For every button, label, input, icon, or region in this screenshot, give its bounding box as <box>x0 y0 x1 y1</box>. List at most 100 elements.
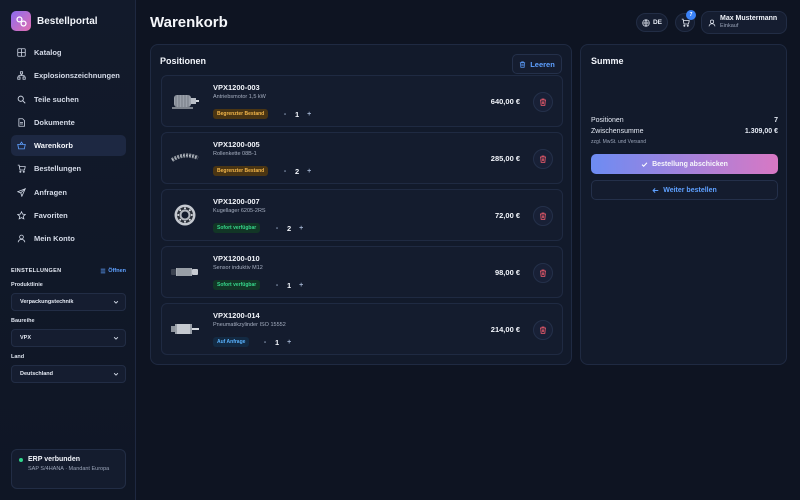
positions-panel: Positionen Leeren VPX1200-003 Antriebsmo… <box>150 44 572 365</box>
item-sku: VPX1200-007 <box>213 197 260 206</box>
sidebar-item-warenkorb[interactable]: Warenkorb <box>11 135 126 157</box>
sidebar-item-label: Favoriten <box>34 211 68 221</box>
delete-item-button[interactable] <box>533 320 553 340</box>
item-description: Sensor induktiv M12 <box>213 265 263 271</box>
trash-icon <box>540 269 546 277</box>
summary-positions-value: 7 <box>774 117 778 124</box>
select-value: Verpackungstechnik <box>20 299 74 305</box>
item-price: 214,00 € <box>490 325 520 334</box>
status-dot <box>19 457 23 462</box>
sidebar-item-mein-konto[interactable]: Mein Konto <box>11 228 126 249</box>
summary-title: Summe <box>591 56 624 66</box>
trash-icon <box>540 212 546 220</box>
sidebar-nav: Katalog Explosionszeichnungen Teile such… <box>11 42 126 252</box>
trash-icon <box>540 155 546 163</box>
qty-increase-button[interactable]: + <box>306 111 312 118</box>
field-label-land: Land <box>11 354 25 360</box>
chevron-down-icon <box>113 300 119 304</box>
checkout-label: Bestellung abschicken <box>652 160 728 168</box>
qty-increase-button[interactable]: + <box>298 282 304 289</box>
delete-item-button[interactable] <box>533 263 553 283</box>
cart-item: VPX1200-005 Rollenkette 08B-1 Begrenzter… <box>161 132 563 184</box>
qty-increase-button[interactable]: + <box>298 225 304 232</box>
qty-value: 2 <box>295 166 300 176</box>
item-sku: VPX1200-010 <box>213 254 260 263</box>
quantity-stepper: - 2 + <box>282 165 312 177</box>
language-label: DE <box>652 19 663 26</box>
trash-icon <box>520 61 526 68</box>
availability-badge: Auf Anfrage <box>213 337 250 347</box>
qty-decrease-button[interactable]: - <box>282 168 288 175</box>
select-land[interactable]: Deutschland <box>11 365 126 383</box>
clear-cart-button[interactable]: Leeren <box>512 54 562 74</box>
summary-positions-label: Positionen <box>591 117 624 124</box>
select-produktlinie[interactable]: Verpackungstechnik <box>11 293 126 311</box>
qty-decrease-button[interactable]: - <box>274 225 280 232</box>
settings-header: EINSTELLUNGEN Öffnen <box>11 268 126 274</box>
check-icon <box>641 161 648 167</box>
item-sku: VPX1200-003 <box>213 83 260 92</box>
select-baureihe[interactable]: VPX <box>11 329 126 347</box>
trash-icon <box>540 326 546 334</box>
sidebar-item-label: Bestellungen <box>34 164 82 174</box>
sidebar-item-label: Katalog <box>34 48 62 57</box>
field-label-baureihe: Baureihe <box>11 318 35 324</box>
user-menu-button[interactable]: Max Mustermann Einkauf <box>701 11 787 34</box>
summary-panel: Summe Positionen 7 Zwischensumme 1.309,0… <box>580 44 787 365</box>
sidebar-item-bestellungen[interactable]: Bestellungen <box>11 158 126 179</box>
sidebar-item-dokumente[interactable]: Dokumente <box>11 112 126 133</box>
select-value: Deutschland <box>20 371 54 377</box>
sidebar-item-teile-suchen[interactable]: Teile suchen <box>11 89 126 110</box>
arrow-left-icon <box>652 187 659 193</box>
qty-increase-button[interactable]: + <box>286 339 292 346</box>
grid-icon <box>17 48 26 57</box>
item-price: 98,00 € <box>494 268 520 277</box>
sidebar-item-katalog[interactable]: Katalog <box>11 42 126 63</box>
qty-increase-button[interactable]: + <box>306 168 312 175</box>
chevron-down-icon <box>113 336 119 340</box>
qty-decrease-button[interactable]: - <box>262 339 268 346</box>
checkout-button[interactable]: Bestellung abschicken <box>591 154 778 174</box>
delete-item-button[interactable] <box>533 92 553 112</box>
item-price: 72,00 € <box>494 211 520 220</box>
language-button[interactable]: DE <box>636 13 668 32</box>
field-label-produktlinie: Produktlinie <box>11 282 43 288</box>
user-role: Einkauf <box>720 23 739 30</box>
settings-title: EINSTELLUNGEN <box>11 268 62 274</box>
cart-count-badge: 7 <box>686 10 696 20</box>
hierarchy-icon <box>17 71 26 80</box>
sidebar-item-favoriten[interactable]: Favoriten <box>11 205 126 226</box>
quantity-stepper: - 2 + <box>274 222 304 234</box>
cart-item: VPX1200-003 Antriebsmotor 1,5 kW Begrenz… <box>161 75 563 127</box>
app-name: Bestellportal <box>37 15 98 27</box>
cart-item: VPX1200-010 Sensor induktiv M12 Sofort v… <box>161 246 563 298</box>
globe-icon <box>642 18 650 27</box>
quantity-stepper: - 1 + <box>282 108 312 120</box>
erp-subtitle: SAP S/4HANA · Mandant Europa <box>28 466 110 472</box>
sidebar-item-label: Dokumente <box>34 117 75 127</box>
search-icon <box>17 95 26 104</box>
cart-item: VPX1200-014 Pneumatikzylinder ISO 15552 … <box>161 303 563 355</box>
sidebar-item-explosionszeichnungen[interactable]: Explosionszeichnungen <box>11 65 126 86</box>
delete-item-button[interactable] <box>533 149 553 169</box>
erp-title: ERP verbunden <box>28 456 80 463</box>
bearing-image <box>170 200 200 230</box>
qty-value: 1 <box>287 280 292 290</box>
sidebar-item-label: Teile suchen <box>34 94 79 104</box>
item-sku: VPX1200-005 <box>213 140 260 149</box>
continue-shopping-label: Weiter bestellen <box>663 186 717 194</box>
settings-open-label: Öffnen <box>108 268 126 274</box>
qty-decrease-button[interactable]: - <box>274 282 280 289</box>
brand[interactable]: Bestellportal <box>11 11 98 31</box>
page-title: Warenkorb <box>150 14 228 31</box>
qty-decrease-button[interactable]: - <box>282 111 288 118</box>
sidebar-item-anfragen[interactable]: Anfragen <box>11 182 126 203</box>
item-sku: VPX1200-014 <box>213 311 260 320</box>
continue-shopping-button[interactable]: Weiter bestellen <box>591 180 778 200</box>
item-price: 640,00 € <box>490 97 520 106</box>
settings-open-link[interactable]: Öffnen <box>100 268 126 274</box>
send-icon <box>17 187 26 197</box>
delete-item-button[interactable] <box>533 206 553 226</box>
user-name: Max Mustermann <box>720 15 778 23</box>
user-icon <box>17 235 26 243</box>
